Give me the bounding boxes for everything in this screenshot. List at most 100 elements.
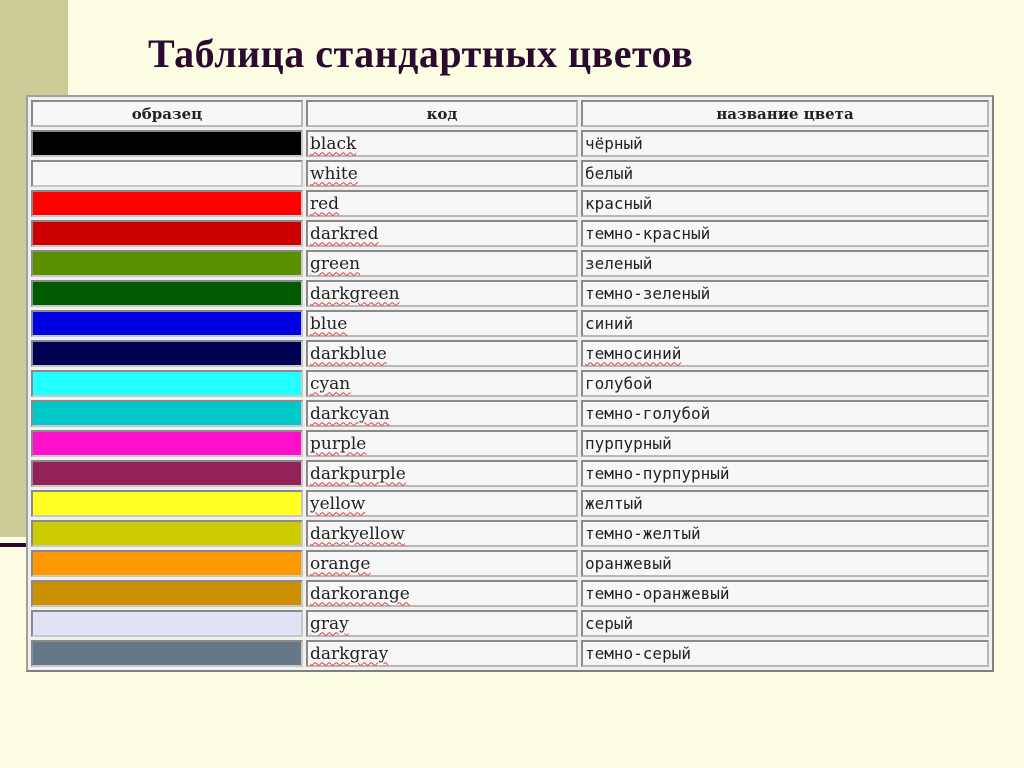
table-row: green зеленый	[31, 250, 989, 277]
color-name-cell: темно-оранжевый	[581, 580, 989, 607]
color-code: darkgray	[310, 643, 389, 664]
header-code: код	[306, 100, 578, 127]
color-code-cell: black	[306, 130, 578, 157]
color-name-cell: чёрный	[581, 130, 989, 157]
color-name-cell: белый	[581, 160, 989, 187]
table-row: darkorange темно-оранжевый	[31, 580, 989, 607]
color-code-cell: darkred	[306, 220, 578, 247]
color-swatch	[31, 280, 303, 307]
color-code: darkpurple	[310, 463, 406, 484]
color-name: оранжевый	[585, 553, 672, 573]
color-name-cell: синий	[581, 310, 989, 337]
color-swatch	[31, 460, 303, 487]
table-row: darkgreen темно-зеленый	[31, 280, 989, 307]
color-name: серый	[585, 613, 634, 633]
color-code-cell: red	[306, 190, 578, 217]
color-name-cell: красный	[581, 190, 989, 217]
color-swatch	[31, 550, 303, 577]
decorative-side-line	[0, 543, 28, 547]
table-row: purple пурпурный	[31, 430, 989, 457]
table-row: white белый	[31, 160, 989, 187]
color-name-cell: темно-зеленый	[581, 280, 989, 307]
color-name: темно-красный	[585, 223, 711, 243]
color-code-cell: orange	[306, 550, 578, 577]
color-code: yellow	[310, 493, 366, 514]
color-code: darkorange	[310, 583, 410, 604]
color-swatch	[31, 310, 303, 337]
color-swatch	[31, 220, 303, 247]
table-row: darkblue темносиний	[31, 340, 989, 367]
table-row: blue синий	[31, 310, 989, 337]
color-name: зеленый	[585, 253, 653, 273]
color-code-cell: darkcyan	[306, 400, 578, 427]
color-swatch	[31, 160, 303, 187]
color-code: green	[310, 253, 361, 274]
header-sample: образец	[31, 100, 303, 127]
color-code-cell: purple	[306, 430, 578, 457]
color-name: пурпурный	[585, 433, 672, 453]
color-code: darkyellow	[310, 523, 405, 544]
color-name: чёрный	[585, 133, 643, 153]
color-code: darkred	[310, 223, 379, 244]
color-code: darkblue	[310, 343, 387, 364]
color-swatch	[31, 370, 303, 397]
color-swatch	[31, 640, 303, 667]
table-row: yellow желтый	[31, 490, 989, 517]
color-code-cell: white	[306, 160, 578, 187]
color-name-cell: темносиний	[581, 340, 989, 367]
color-name-cell: пурпурный	[581, 430, 989, 457]
table-row: red красный	[31, 190, 989, 217]
color-code-cell: gray	[306, 610, 578, 637]
color-swatch	[31, 490, 303, 517]
table-row: darkgray темно-серый	[31, 640, 989, 667]
color-name: синий	[585, 313, 634, 333]
color-code-cell: yellow	[306, 490, 578, 517]
color-code-cell: darkyellow	[306, 520, 578, 547]
table-row: cyan голубой	[31, 370, 989, 397]
color-code: darkcyan	[310, 403, 390, 424]
color-swatch	[31, 130, 303, 157]
color-name: темносиний	[585, 343, 682, 363]
color-swatch	[31, 190, 303, 217]
color-name: темно-пурпурный	[585, 463, 730, 483]
table-row: darkcyan темно-голубой	[31, 400, 989, 427]
color-code-cell: darkblue	[306, 340, 578, 367]
color-code-cell: darkgray	[306, 640, 578, 667]
color-name: темно-оранжевый	[585, 583, 730, 603]
table-row: darkyellow темно-желтый	[31, 520, 989, 547]
table-row: black чёрный	[31, 130, 989, 157]
color-code: blue	[310, 313, 348, 334]
color-code: purple	[310, 433, 367, 454]
color-name: темно-серый	[585, 643, 691, 663]
color-code-cell: green	[306, 250, 578, 277]
table-row: darkpurple темно-пурпурный	[31, 460, 989, 487]
color-name-cell: желтый	[581, 490, 989, 517]
color-code: darkgreen	[310, 283, 400, 304]
color-name: темно-желтый	[585, 523, 701, 543]
color-name-cell: зеленый	[581, 250, 989, 277]
color-code-cell: cyan	[306, 370, 578, 397]
table-row: orange оранжевый	[31, 550, 989, 577]
color-name-cell: голубой	[581, 370, 989, 397]
color-name-cell: темно-красный	[581, 220, 989, 247]
color-name-cell: темно-пурпурный	[581, 460, 989, 487]
table-row: darkred темно-красный	[31, 220, 989, 247]
page-title: Таблица стандартных цветов	[148, 31, 694, 76]
color-swatch	[31, 520, 303, 547]
color-swatch	[31, 400, 303, 427]
color-name-cell: серый	[581, 610, 989, 637]
table-body: black чёрный white белый red красный darkred те…	[31, 130, 989, 667]
color-code-cell: darkpurple	[306, 460, 578, 487]
color-code-cell: darkgreen	[306, 280, 578, 307]
color-code: white	[310, 163, 358, 184]
color-swatch	[31, 580, 303, 607]
color-swatch	[31, 610, 303, 637]
color-name: белый	[585, 163, 634, 183]
color-code: orange	[310, 553, 371, 574]
color-code: gray	[310, 613, 349, 634]
color-name: темно-зеленый	[585, 283, 711, 303]
color-swatch	[31, 430, 303, 457]
color-name: голубой	[585, 373, 653, 393]
color-code: cyan	[310, 373, 351, 394]
color-code-cell: darkorange	[306, 580, 578, 607]
